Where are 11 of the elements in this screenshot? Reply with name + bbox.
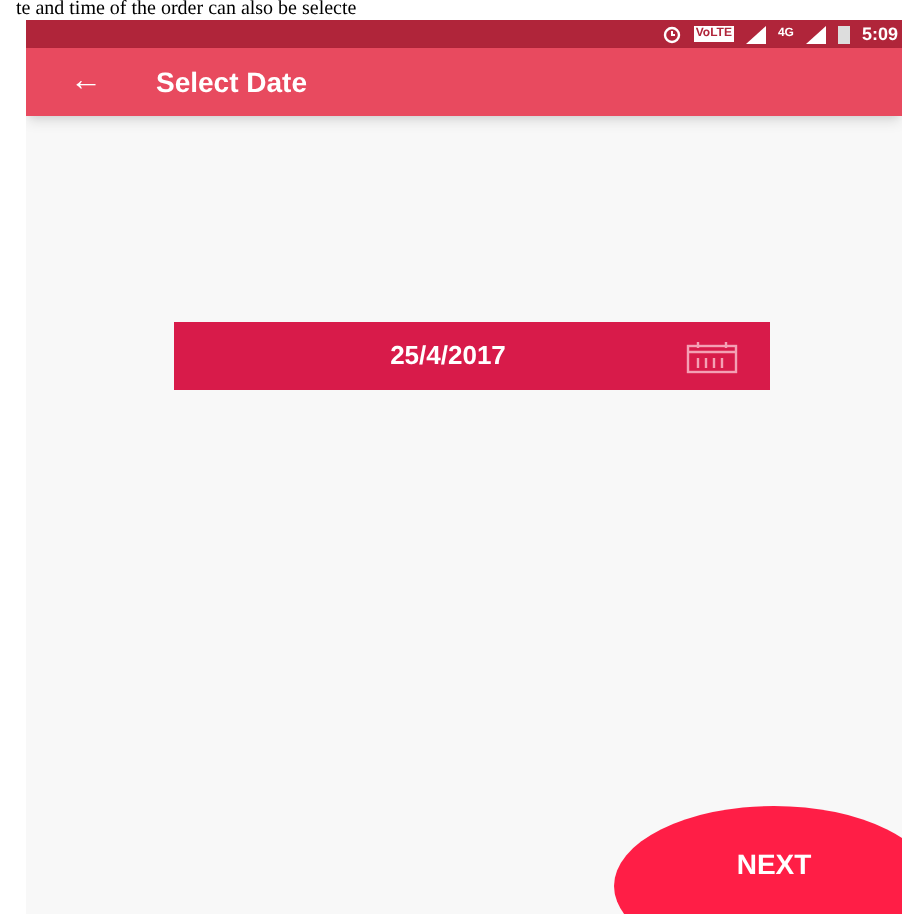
date-field[interactable]: 25/4/2017	[174, 322, 770, 390]
battery-icon	[837, 24, 850, 44]
signal-icon	[805, 25, 826, 43]
signal-icon	[745, 25, 766, 43]
next-button[interactable]: NEXT	[614, 806, 902, 914]
calendar-icon	[686, 340, 738, 374]
toolbar-title: Select Date	[156, 63, 307, 101]
back-button[interactable]: ←	[68, 58, 104, 106]
clock: 5:09	[861, 24, 898, 44]
alarm-icon	[661, 24, 682, 44]
document-text: te and time of the order can also be selecte	[16, 0, 357, 20]
